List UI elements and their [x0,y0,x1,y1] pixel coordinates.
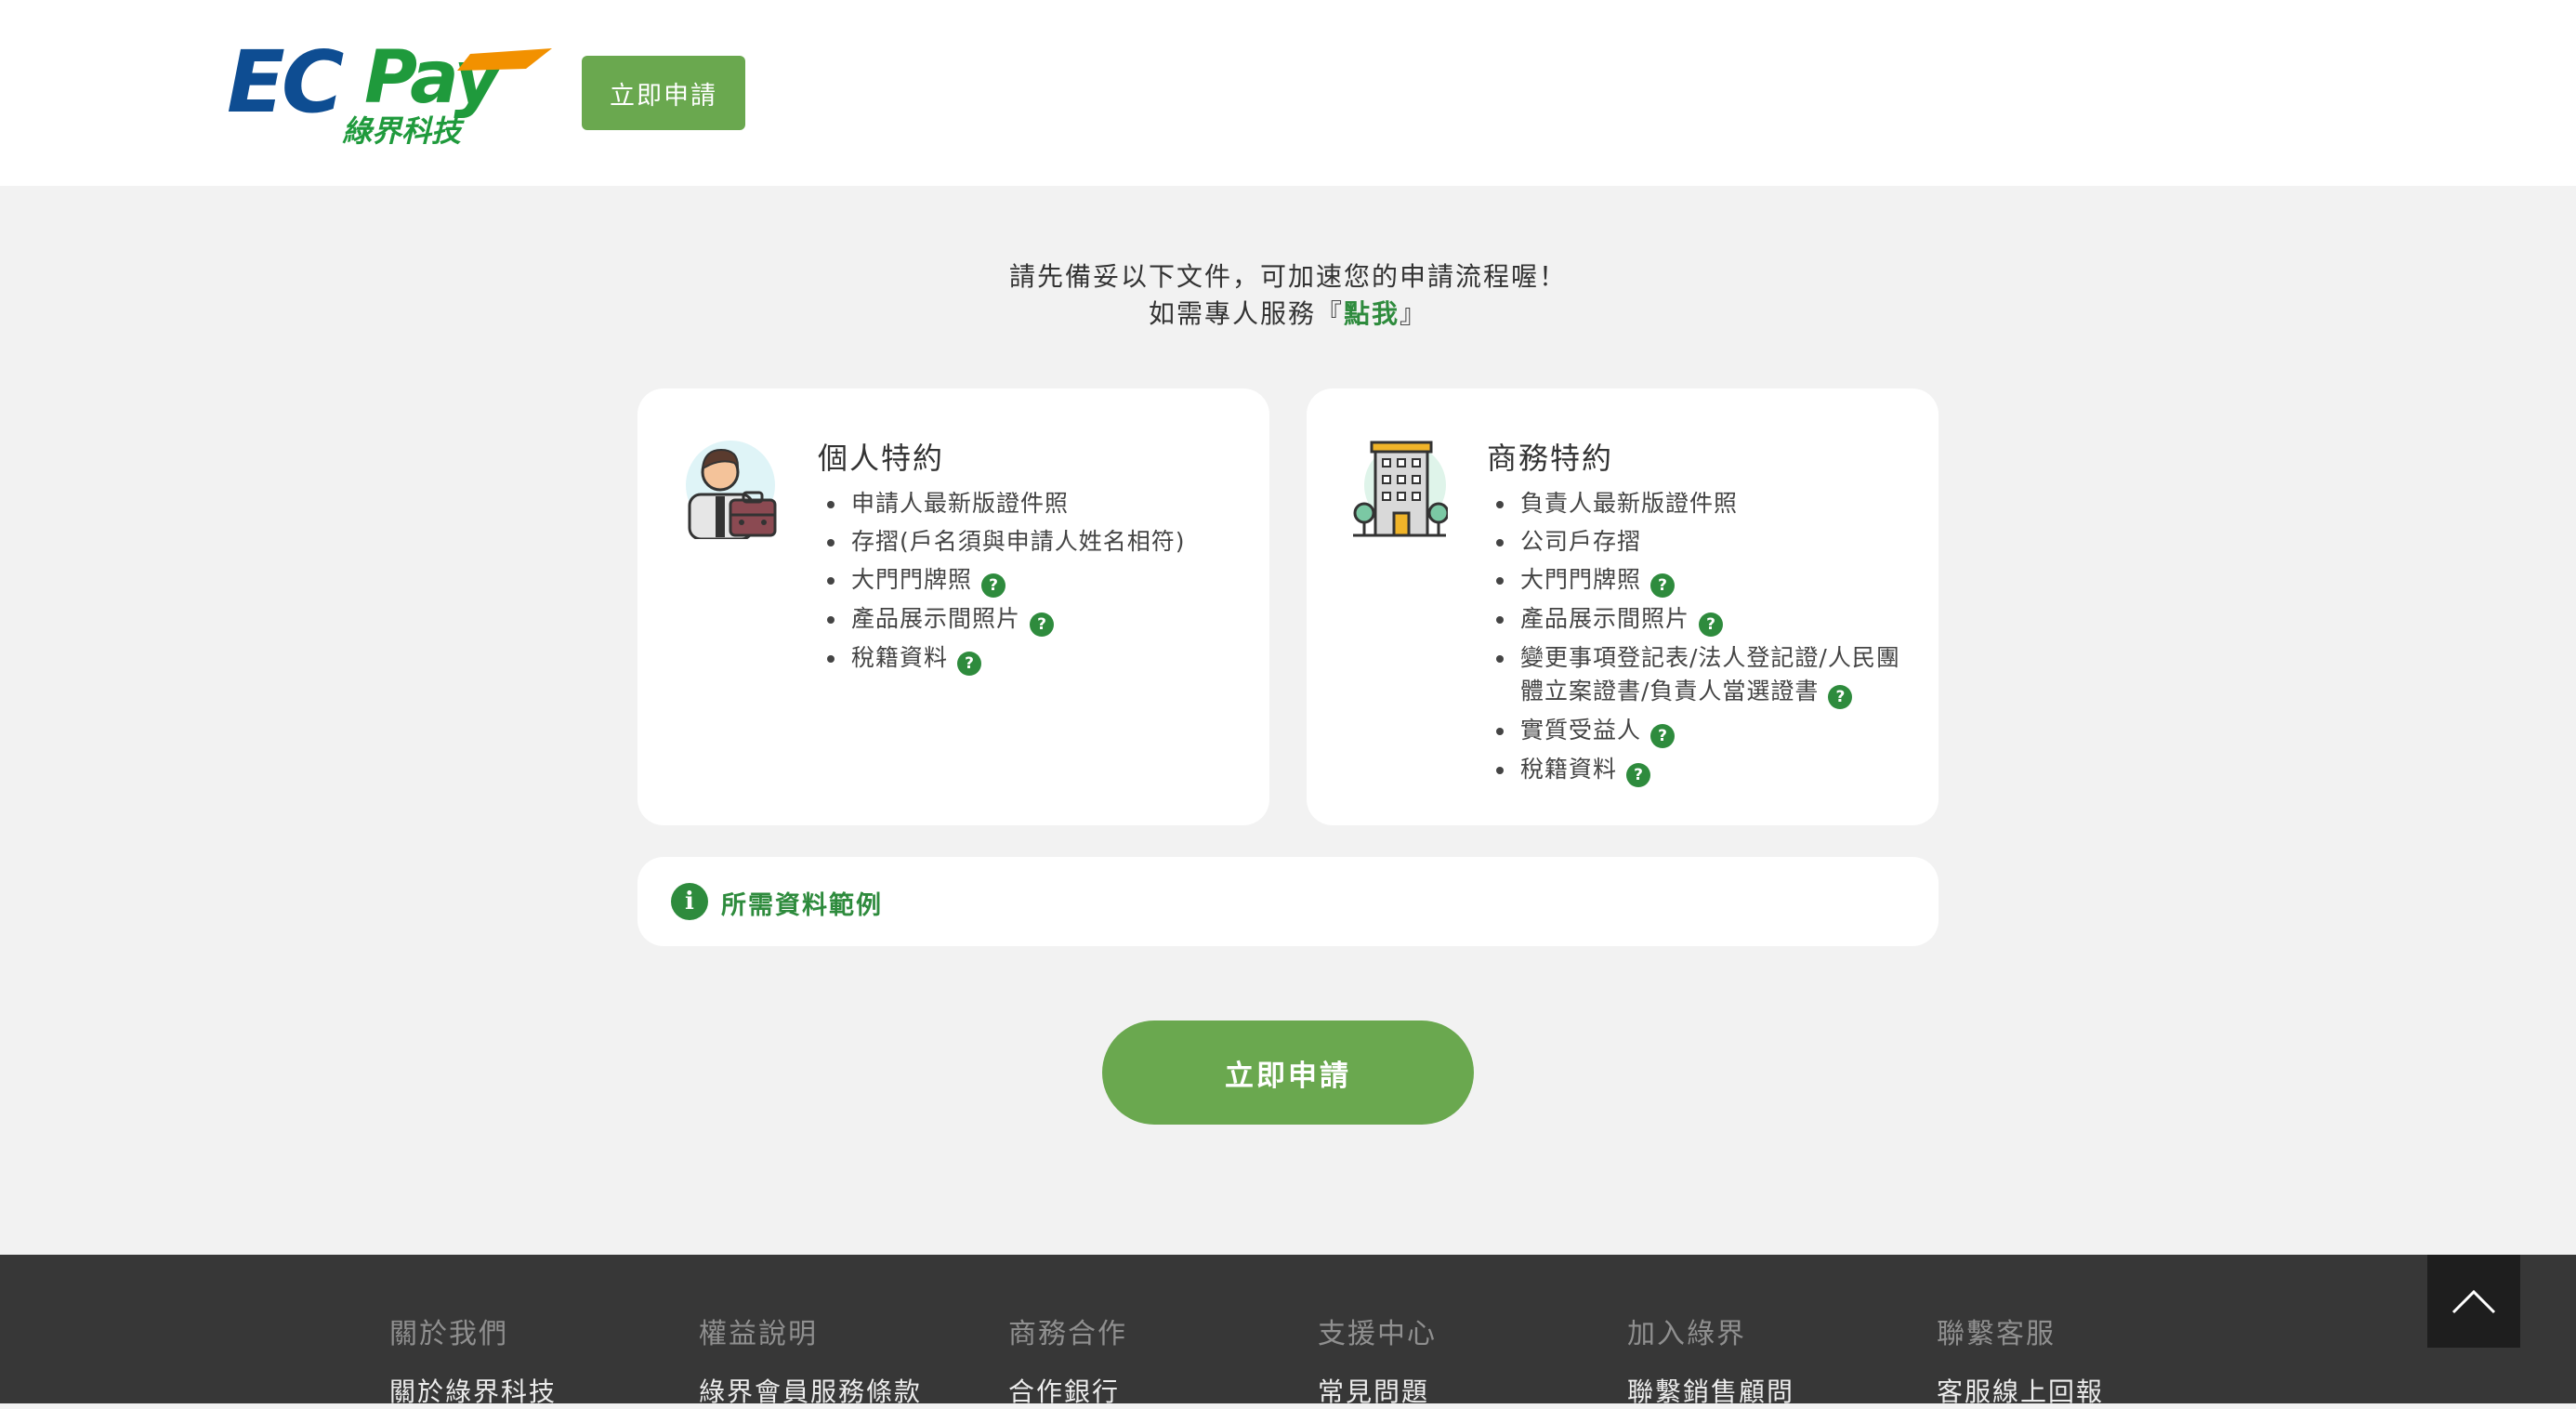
list-item: 存摺(戶名須與申請人姓名相符) [818,525,1245,559]
list-item: 產品展示間照片? [1487,602,1914,637]
info-icon: i [671,883,708,920]
document-examples-link[interactable]: 所需資料範例 [721,885,883,921]
business-document-list: 負責人最新版證件照 公司戶存摺 大門門牌照? 產品展示間照片? 變更事項登記表/… [1487,487,1914,792]
list-item: 實質受益人? [1487,714,1914,748]
list-item: 大門門牌照? [818,563,1245,598]
footer-column-support: 支援中心 常見問題 [1318,1310,1437,1409]
business-merchant-card: 商務特約 負責人最新版證件照 公司戶存摺 大門門牌照? 產品展示間照片? 變更事… [1307,388,1939,825]
footer-column-contact: 聯繫客服 客服線上回報 [1937,1310,2104,1409]
svg-text:綠界科技: 綠界科技 [342,113,465,147]
svg-text:EC: EC [227,37,344,132]
contact-agent-link[interactable]: 點我 [1344,298,1400,329]
footer-link[interactable]: 關於綠界科技 [389,1372,557,1409]
personal-merchant-title: 個人特約 [818,441,945,476]
chevron-up-icon [2451,1289,2496,1314]
ecpay-logo[interactable]: EC Pay 綠界科技 [227,37,552,147]
footer-column-about: 關於我們 關於綠界科技 [389,1310,557,1409]
footer-heading: 支援中心 [1318,1318,1437,1350]
list-item: 公司戶存摺 [1487,525,1914,559]
intro-text: 請先備妥以下文件，可加速您的申請流程喔！ 如需專人服務『點我』 [0,258,2576,333]
help-icon[interactable]: ? [981,573,1006,598]
help-icon[interactable]: ? [1626,763,1651,787]
list-item: 變更事項登記表/法人登記證/人民團體立案證書/負責人當選證書? [1487,641,1914,709]
footer-link[interactable]: 聯繫銷售顧問 [1627,1372,1794,1409]
footer-link[interactable]: 合作銀行 [1008,1372,1127,1409]
apply-now-button[interactable]: 立即申請 [1102,1021,1474,1125]
intro-line-1: 請先備妥以下文件，可加速您的申請流程喔！ [1008,261,1567,292]
list-item: 產品展示間照片? [818,602,1245,637]
intro-line-2: 如需專人服務『點我』 [0,296,2576,333]
document-examples-bar[interactable]: i 所需資料範例 [637,857,1939,946]
list-item: 稅籍資料? [818,641,1245,676]
list-item-label: 申請人最新版證件照 [851,490,1070,517]
list-item-label: 負責人最新版證件照 [1520,490,1739,517]
footer-heading: 商務合作 [1008,1318,1127,1350]
header-apply-button[interactable]: 立即申請 [582,56,745,130]
help-icon[interactable]: ? [1650,573,1676,598]
site-header: EC Pay 綠界科技 立即申請 [0,0,2576,186]
help-icon[interactable]: ? [957,652,982,676]
svg-text:Pay: Pay [364,37,504,120]
help-icon[interactable]: ? [1828,685,1853,709]
footer-heading: 關於我們 [389,1318,508,1350]
list-item: 負責人最新版證件照 [1487,487,1914,520]
list-item: 稅籍資料? [1487,753,1914,787]
help-icon[interactable]: ? [1699,612,1724,637]
footer-heading: 權益說明 [699,1318,818,1350]
list-item-label: 實質受益人 [1520,717,1642,744]
footer-column-business: 商務合作 合作銀行 [1008,1310,1127,1409]
footer-column-join: 加入綠界 聯繫銷售顧問 [1627,1310,1794,1409]
personal-document-list: 申請人最新版證件照 存摺(戶名須與申請人姓名相符) 大門門牌照? 產品展示間照片… [818,487,1245,680]
list-item-label: 產品展示間照片 [1520,605,1690,632]
list-item-label: 稅籍資料 [1520,756,1618,783]
footer-column-rights: 權益說明 綠界會員服務條款 [699,1310,922,1409]
office-building-icon [1353,441,1448,537]
footer-heading: 加入綠界 [1627,1318,1746,1350]
list-item-label: 稅籍資料 [851,644,949,671]
footer-link[interactable]: 綠界會員服務條款 [699,1372,922,1409]
list-item: 大門門牌照? [1487,563,1914,598]
list-item-label: 公司戶存摺 [1520,528,1642,555]
footer-link[interactable]: 客服線上回報 [1937,1372,2104,1409]
footer-heading: 聯繫客服 [1937,1318,2056,1350]
businessman-icon [686,441,777,539]
help-icon[interactable]: ? [1650,724,1676,748]
site-footer: 關於我們 關於綠界科技 權益說明 綠界會員服務條款 商務合作 合作銀行 支援中心… [0,1255,2576,1407]
help-icon[interactable]: ? [1030,612,1055,637]
footer-link[interactable]: 常見問題 [1318,1372,1437,1409]
list-item-label: 產品展示間照片 [851,605,1021,632]
intro-line-2-suffix: 』 [1400,298,1428,329]
back-to-top-button[interactable] [2427,1255,2520,1348]
list-item-label: 大門門牌照 [851,566,973,593]
intro-line-2-prefix: 如需專人服務『 [1148,298,1344,329]
list-item-label: 存摺(戶名須與申請人姓名相符) [851,528,1186,555]
personal-merchant-card: 個人特約 申請人最新版證件照 存摺(戶名須與申請人姓名相符) 大門門牌照? 產品… [637,388,1269,825]
business-merchant-title: 商務特約 [1487,441,1614,476]
list-item: 申請人最新版證件照 [818,487,1245,520]
list-item-label: 大門門牌照 [1520,566,1642,593]
